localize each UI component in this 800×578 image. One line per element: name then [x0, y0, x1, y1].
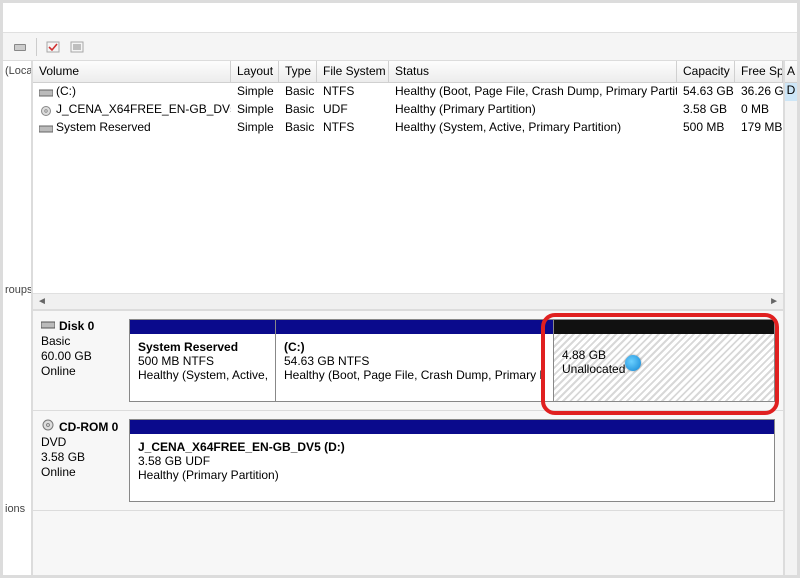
vol-name: System Reserved — [33, 119, 231, 137]
disk-title: Disk 0 — [41, 319, 121, 333]
volume-row[interactable]: J_CENA_X64FREE_EN-GB_DV5 (D:) Simple Bas… — [33, 101, 783, 119]
col-freespace[interactable]: Free Sp — [735, 61, 783, 82]
partition-bar — [130, 420, 774, 434]
col-volume[interactable]: Volume — [33, 61, 231, 82]
nav-label-local: (Local — [3, 65, 31, 77]
actions-item[interactable]: D — [785, 83, 797, 101]
partition-dvd[interactable]: J_CENA_X64FREE_EN-GB_DV5 (D:) 3.58 GB UD… — [130, 420, 774, 501]
volume-rows: (C:) Simple Basic NTFS Healthy (Boot, Pa… — [33, 83, 783, 293]
partition-bar — [276, 320, 553, 334]
partition-c[interactable]: (C:) 54.63 GB NTFS Healthy (Boot, Page F… — [276, 320, 554, 401]
vol-name: J_CENA_X64FREE_EN-GB_DV5 (D:) — [33, 101, 231, 119]
main-pane: Volume Layout Type File System Status Ca… — [33, 61, 783, 575]
actions-header: A — [785, 61, 797, 83]
col-capacity[interactable]: Capacity — [677, 61, 735, 82]
horizontal-scrollbar[interactable]: ◄ ► — [33, 293, 783, 309]
scroll-right-icon[interactable]: ► — [765, 296, 783, 307]
cdrom-partitions: J_CENA_X64FREE_EN-GB_DV5 (D:) 3.58 GB UD… — [129, 419, 775, 502]
disk-graphical-pane: Disk 0 Basic 60.00 GB Online System Rese… — [33, 311, 783, 575]
volume-list-pane: Volume Layout Type File System Status Ca… — [33, 61, 783, 311]
scroll-left-icon[interactable]: ◄ — [33, 296, 51, 307]
vol-name: (C:) — [33, 83, 231, 101]
volume-row[interactable]: (C:) Simple Basic NTFS Healthy (Boot, Pa… — [33, 83, 783, 101]
drive-icon — [41, 319, 55, 333]
left-nav[interactable]: (Local roups ions — [3, 61, 33, 575]
nav-label-options: ions — [3, 503, 31, 515]
disc-icon — [41, 419, 55, 434]
disc-icon — [39, 105, 53, 115]
actions-pane[interactable]: A D — [783, 61, 797, 575]
toolbar-separator — [36, 38, 37, 56]
titlebar[interactable] — [3, 3, 797, 33]
col-status[interactable]: Status — [389, 61, 677, 82]
cdrom-info[interactable]: CD-ROM 0 DVD 3.58 GB Online — [33, 411, 129, 510]
volume-row[interactable]: System Reserved Simple Basic NTFS Health… — [33, 119, 783, 137]
toolbar-btn-list[interactable] — [66, 37, 88, 57]
disk0-partitions: System Reserved 500 MB NTFS Healthy (Sys… — [129, 319, 775, 402]
col-layout[interactable]: Layout — [231, 61, 279, 82]
nav-label-groups: roups — [3, 284, 31, 296]
volume-header-row: Volume Layout Type File System Status Ca… — [33, 61, 783, 83]
toolbar-btn-check[interactable] — [42, 37, 64, 57]
disk-title: CD-ROM 0 — [41, 419, 121, 434]
disk0-block: Disk 0 Basic 60.00 GB Online System Rese… — [33, 311, 783, 411]
disk0-info[interactable]: Disk 0 Basic 60.00 GB Online — [33, 311, 129, 410]
partition-system-reserved[interactable]: System Reserved 500 MB NTFS Healthy (Sys… — [130, 320, 276, 401]
toolbar-btn-1[interactable] — [9, 37, 31, 57]
partition-unallocated[interactable]: 4.88 GB Unallocated — [554, 320, 774, 401]
drive-icon — [39, 123, 53, 133]
partition-bar — [130, 320, 275, 334]
partition-bar — [554, 320, 774, 334]
drive-icon — [39, 87, 53, 97]
cdrom-block: CD-ROM 0 DVD 3.58 GB Online J_CENA_X64FR… — [33, 411, 783, 511]
disk-management-window: (Local roups ions Volume Layout Type Fil… — [0, 0, 800, 578]
col-fs[interactable]: File System — [317, 61, 389, 82]
toolbar — [3, 33, 797, 61]
col-type[interactable]: Type — [279, 61, 317, 82]
